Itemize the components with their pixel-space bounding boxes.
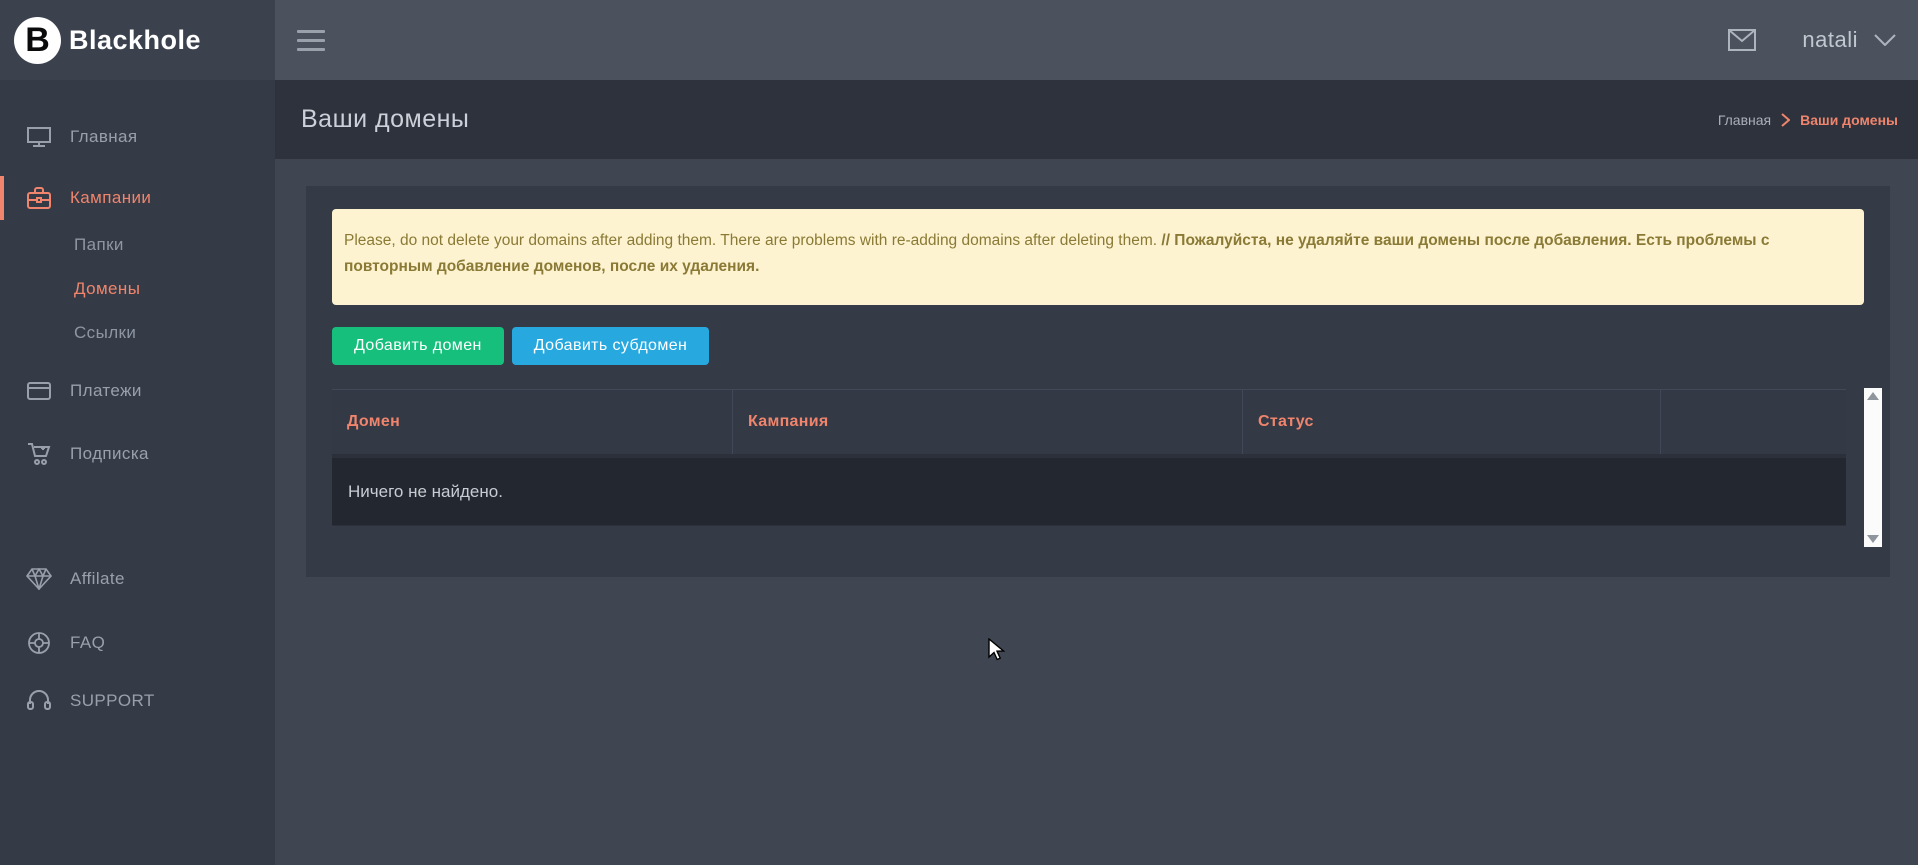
scroll-up-icon[interactable] (1867, 392, 1879, 400)
scroll-down-icon[interactable] (1867, 535, 1879, 543)
breadcrumb: Главная Ваши домены (1718, 112, 1898, 128)
sidebar-item-campaigns[interactable]: Кампании (0, 176, 275, 220)
add-domain-button[interactable]: Добавить домен (332, 327, 504, 365)
table-scrollbar[interactable] (1864, 388, 1882, 547)
sidebar-item-folders[interactable]: Папки (0, 223, 275, 267)
sidebar-item-label: Платежи (70, 381, 142, 401)
sidebar-item-links[interactable]: Ссылки (0, 311, 275, 355)
cart-plus-icon (26, 443, 52, 465)
column-header-actions (1661, 390, 1846, 454)
briefcase-icon (26, 187, 52, 209)
brand-logo-icon: B (14, 17, 61, 64)
sidebar-item-label: SUPPORT (70, 691, 155, 711)
lifebuoy-icon (26, 631, 52, 655)
chevron-right-icon (1781, 113, 1790, 127)
breadcrumb-current[interactable]: Ваши домены (1800, 112, 1898, 128)
sidebar-item-label: FAQ (70, 633, 105, 653)
credit-card-icon (26, 382, 52, 400)
diamond-icon (26, 568, 52, 590)
sidebar-item-label: Домены (74, 279, 140, 299)
sidebar-item-label: Affilate (70, 569, 125, 589)
add-subdomain-button[interactable]: Добавить субдомен (512, 327, 710, 365)
sidebar-item-label: Ссылки (74, 323, 136, 343)
domains-card: Please, do not delete your domains after… (306, 186, 1890, 577)
chevron-down-icon (1874, 34, 1896, 46)
user-menu[interactable]: natali (1802, 27, 1896, 53)
sidebar: Главная Кампании Папки Домены (0, 80, 275, 865)
page-title: Ваши домены (301, 105, 469, 134)
monitor-icon (26, 127, 52, 147)
sidebar-item-domains[interactable]: Домены (0, 267, 275, 311)
brand-name: Blackhole (69, 25, 201, 56)
menu-toggle-icon[interactable] (297, 24, 325, 57)
warning-alert: Please, do not delete your domains after… (332, 209, 1864, 305)
sidebar-item-label: Кампании (70, 188, 151, 208)
breadcrumb-home-link[interactable]: Главная (1718, 112, 1771, 128)
column-header-status: Статус (1243, 390, 1661, 454)
main-area: Please, do not delete your domains after… (275, 159, 1918, 865)
topbar: B Blackhole natali (0, 0, 1918, 80)
alert-text-en: Please, do not delete your domains after… (344, 232, 1157, 249)
sidebar-item-subscription[interactable]: Подписка (0, 432, 275, 476)
topbar-right: natali (275, 0, 1918, 80)
page-header: Ваши домены Главная Ваши домены (275, 80, 1918, 159)
username: natali (1802, 27, 1858, 53)
sidebar-item-faq[interactable]: FAQ (0, 621, 275, 665)
brand[interactable]: B Blackhole (0, 0, 275, 80)
mail-icon[interactable] (1728, 29, 1756, 51)
sidebar-item-label: Главная (70, 127, 138, 147)
domains-table: Домен Кампания Статус Ничего не найдено. (332, 389, 1864, 548)
sidebar-item-support[interactable]: SUPPORT (0, 679, 275, 723)
table-empty-row: Ничего не найдено. (332, 458, 1846, 526)
table-header-row: Домен Кампания Статус (332, 389, 1846, 454)
sidebar-item-payments[interactable]: Платежи (0, 369, 275, 413)
sidebar-item-home[interactable]: Главная (0, 115, 275, 159)
column-header-domain: Домен (332, 390, 733, 454)
headset-icon (26, 690, 52, 712)
column-header-campaign: Кампания (733, 390, 1243, 454)
empty-message: Ничего не найдено. (348, 482, 503, 502)
sidebar-item-label: Подписка (70, 444, 149, 464)
sidebar-item-affiliate[interactable]: Affilate (0, 557, 275, 601)
sidebar-item-label: Папки (74, 235, 124, 255)
